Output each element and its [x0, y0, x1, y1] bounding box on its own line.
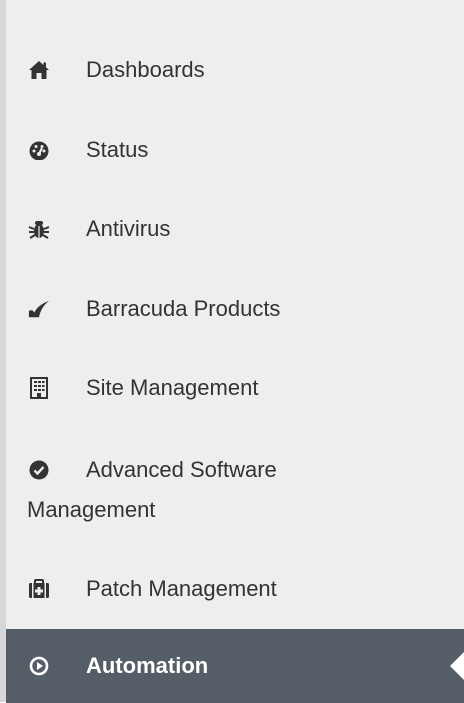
sidebar-item-label: Barracuda Products	[86, 296, 281, 321]
sidebar-item-antivirus[interactable]: Antivirus	[6, 209, 464, 249]
sidebar-item-label-line1: Advanced Software	[86, 457, 277, 482]
medkit-icon	[28, 578, 50, 600]
dashboard-gauge-icon	[28, 139, 50, 161]
check-circle-icon	[28, 459, 50, 481]
sidebar-item-label: Site Management	[86, 375, 259, 400]
sidebar-item-site-management[interactable]: Site Management	[6, 368, 464, 408]
sidebar-item-automation[interactable]: Automation	[6, 629, 464, 703]
sidebar-item-advanced-software-management[interactable]: Advanced Software Management	[6, 450, 464, 530]
home-icon	[28, 59, 50, 81]
sidebar-nav: Dashboards Status Antivirus Barracuda Pr…	[0, 0, 464, 703]
sidebar-item-patch-management[interactable]: Patch Management	[6, 569, 464, 609]
sidebar-item-status[interactable]: Status	[6, 130, 464, 170]
sidebar-item-label: Antivirus	[86, 216, 171, 241]
sidebar-item-label: Automation	[86, 653, 209, 678]
active-item-indicator	[450, 652, 464, 680]
sidebar-item-label: Status	[86, 137, 149, 162]
sidebar-item-barracuda-products[interactable]: Barracuda Products	[6, 289, 464, 329]
sidebar-item-label: Dashboards	[86, 57, 205, 82]
sidebar-item-label-line2: Management	[27, 497, 156, 522]
sidebar-item-label: Patch Management	[86, 576, 277, 601]
bug-icon	[28, 218, 50, 240]
sidebar-item-dashboards[interactable]: Dashboards	[6, 50, 464, 90]
building-icon	[28, 377, 50, 399]
play-circle-icon	[28, 655, 50, 677]
barracuda-logo-icon	[28, 298, 50, 320]
